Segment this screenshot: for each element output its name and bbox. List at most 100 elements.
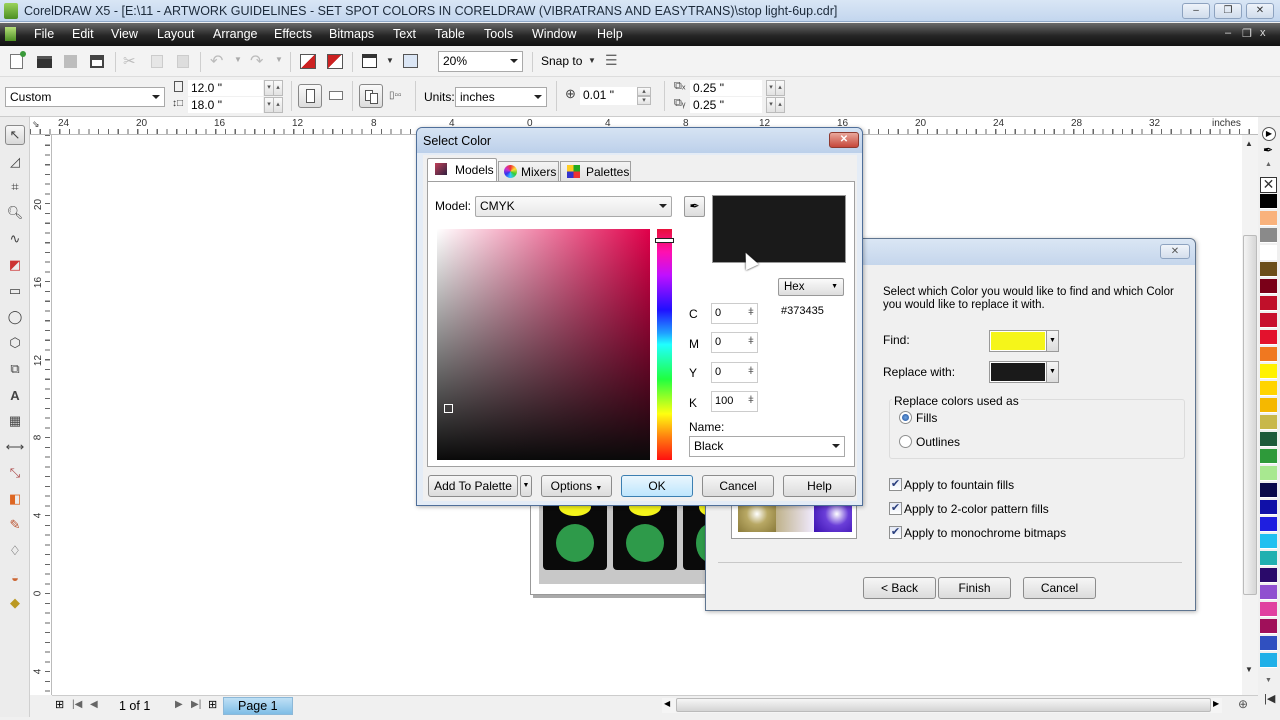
save-icon[interactable] [64,55,77,68]
stop-light[interactable] [613,498,677,570]
doc-minimize-button[interactable]: – [1225,27,1231,39]
scroll-down-arrow[interactable]: ▼ [1245,665,1253,674]
menu-arrange[interactable]: Arrange [213,27,257,41]
vertical-scrollbar[interactable]: ▲ ▼ [1242,135,1258,695]
palette-swatch[interactable] [1260,330,1277,345]
export-icon[interactable] [327,54,343,69]
color-name-combo[interactable]: Black [689,436,845,457]
basic-shapes-tool-icon[interactable]: ⧉ [5,359,25,379]
yellow-slider-icon[interactable]: ǂ [748,366,754,377]
tab-mixers[interactable]: Mixers [498,161,559,182]
duplicate-y-up[interactable]: ▴ [775,97,785,113]
redo-icon[interactable]: ↷ [250,51,263,71]
snap-to-button[interactable]: Snap to [541,54,582,68]
replace-color-picker[interactable]: ▼ [989,361,1059,383]
first-page-icon[interactable]: |◀ [72,699,82,710]
scroll-right-arrow[interactable]: ▶ [1213,699,1219,708]
palette-scroll-up[interactable]: ▲ [1265,161,1272,168]
vertical-ruler[interactable]: 20 16 12 8 4 0 4 [30,135,52,695]
hue-slider-handle[interactable] [655,238,674,243]
welcome-screen-icon[interactable] [403,54,418,68]
palette-swatch[interactable] [1260,602,1277,617]
table-tool-icon[interactable]: ▦ [5,411,25,431]
landscape-button[interactable] [329,91,343,100]
rectangle-tool-icon[interactable]: ▭ [5,281,25,301]
palette-swatch[interactable] [1260,262,1277,277]
snap-to-dropdown-icon[interactable]: ▼ [588,56,596,65]
interactive-fill-tool-icon[interactable]: ◆ [5,593,25,613]
color-picker-handle[interactable] [444,404,453,413]
palette-swatch[interactable] [1260,415,1277,430]
magenta-slider-icon[interactable]: ǂ [748,336,754,347]
palette-swatch[interactable] [1260,585,1277,600]
no-color-swatch[interactable]: ✕ [1260,177,1277,193]
options-icon[interactable]: ☰ [605,52,618,69]
pattern-fills-checkbox[interactable]: ✔ [889,502,902,515]
ok-button[interactable]: OK [621,475,693,497]
palette-eyedropper-icon[interactable]: ✒ [1263,143,1273,157]
fill-tool-icon[interactable]: ◒ [5,567,25,587]
palette-swatch[interactable] [1260,364,1277,379]
select-color-cancel-button[interactable]: Cancel [702,475,774,497]
crop-tool-icon[interactable]: ⌗ [5,177,25,197]
options-button[interactable]: Options ▼ [541,475,612,497]
palette-swatch[interactable] [1260,517,1277,532]
pick-tool-icon[interactable]: ↖ [5,125,25,145]
doc-close-button[interactable]: x [1260,27,1266,39]
new-document-icon[interactable] [10,51,26,69]
current-page-button[interactable]: ▯▫▫ [389,90,402,101]
wizard-cancel-button[interactable]: Cancel [1023,577,1096,599]
menu-tools[interactable]: Tools [484,27,513,41]
add-page-after-icon[interactable]: ⊞ [208,698,217,711]
scroll-up-arrow[interactable]: ▲ [1245,139,1253,148]
menu-window[interactable]: Window [532,27,576,41]
page-height-up[interactable]: ▴ [273,97,283,113]
palette-swatch[interactable] [1260,279,1277,294]
horizontal-scrollbar[interactable]: ◀ ▶ [662,698,1222,713]
close-button[interactable]: ✕ [1246,3,1274,19]
scroll-left-arrow[interactable]: ◀ [664,699,670,708]
hue-slider[interactable] [655,229,674,460]
portrait-button[interactable] [298,84,322,108]
nudge-distance-field[interactable]: 0.01 " [580,87,637,105]
palette-swatch[interactable] [1260,228,1277,243]
tab-palettes[interactable]: Palettes [560,161,631,182]
find-color-picker[interactable]: ▼ [989,330,1059,352]
add-to-palette-dropdown[interactable]: ▼ [520,475,532,497]
menu-layout[interactable]: Layout [157,27,195,41]
palette-swatch[interactable] [1260,568,1277,583]
palette-swatch[interactable] [1260,296,1277,311]
palette-collapse-icon[interactable]: |◀ [1264,692,1275,705]
print-icon[interactable] [90,55,104,68]
menu-file[interactable]: File [34,27,54,41]
units-combo[interactable]: inches [455,87,547,107]
zoom-level-combo[interactable]: 20% [438,51,523,72]
palette-swatch[interactable] [1260,194,1277,209]
duplicate-x-up[interactable]: ▴ [775,80,785,96]
nudge-down[interactable]: ▾ [637,96,651,105]
palette-swatch[interactable] [1260,500,1277,515]
wizard-close-button[interactable]: ✕ [1160,244,1190,259]
palette-flyout-icon[interactable]: ▶ [1262,127,1276,141]
last-page-icon[interactable]: ▶| [191,699,201,710]
polygon-tool-icon[interactable]: ⬡ [5,333,25,353]
freehand-tool-icon[interactable]: ∿ [5,229,25,249]
find-color-dropdown-icon[interactable]: ▼ [1046,331,1058,351]
shape-tool-icon[interactable]: ◿ [5,152,25,172]
palette-swatch[interactable] [1260,534,1277,549]
nudge-up[interactable]: ▴ [637,87,651,96]
text-tool-icon[interactable]: A [5,385,25,405]
duplicate-x-field[interactable]: 0.25 " [690,80,762,96]
palette-swatch[interactable] [1260,211,1277,226]
palette-swatch[interactable] [1260,551,1277,566]
add-to-palette-button[interactable]: Add To Palette [428,475,518,497]
duplicate-y-field[interactable]: 0.25 " [690,97,762,113]
palette-swatch[interactable] [1260,245,1277,260]
smart-fill-tool-icon[interactable]: ◩ [5,255,25,275]
page-size-combo[interactable]: Custom [5,87,165,107]
application-launcher-icon[interactable] [362,54,377,68]
menu-edit[interactable]: Edit [72,27,94,41]
fountain-fills-checkbox[interactable]: ✔ [889,478,902,491]
palette-scroll-down[interactable]: ▼ [1265,677,1272,684]
hex-value[interactable]: #373435 [781,305,824,317]
